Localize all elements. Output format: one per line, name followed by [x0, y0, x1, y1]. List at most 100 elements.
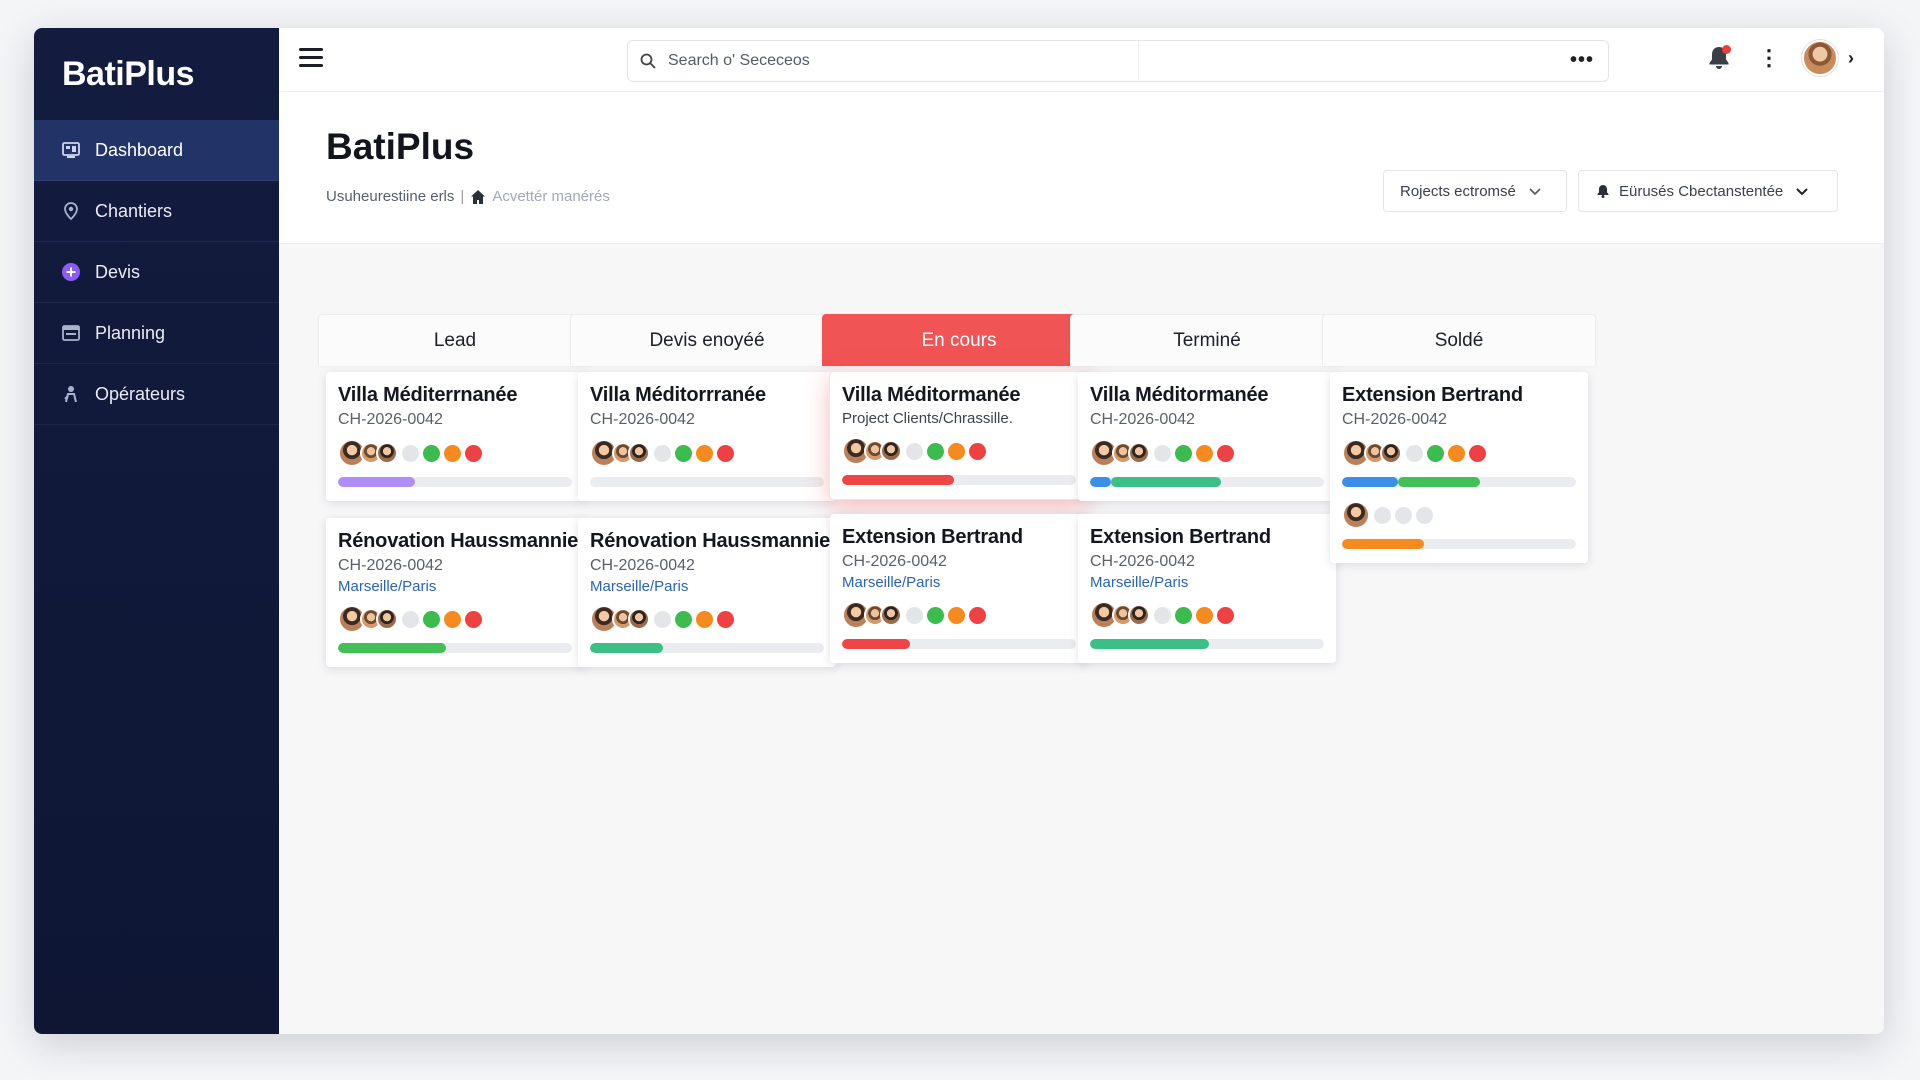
assignee-avatar[interactable] [880, 440, 902, 462]
progress-bar [1090, 639, 1324, 649]
project-card[interactable]: Extension Bertrand CH-2026-0042 [1330, 372, 1588, 563]
card-location: Project Clients/Chrassille. [842, 410, 1013, 427]
assignee-avatar[interactable] [1128, 442, 1150, 464]
assignee-avatar[interactable] [628, 608, 650, 630]
progress-fill [590, 643, 663, 653]
assignee-avatar[interactable] [1342, 501, 1370, 529]
project-card[interactable]: Villa Méditormanée Project Clients/Chrass… [830, 372, 1088, 499]
card-location: Marseille/Paris [1090, 574, 1189, 591]
assignee-avatar[interactable] [880, 604, 902, 626]
sidebar-item-operateurs[interactable]: Opérateurs [34, 364, 279, 425]
column-header[interactable]: En cours [822, 314, 1096, 366]
search-bar: ••• [627, 40, 1609, 82]
card-title: Extension Bertrand [1090, 526, 1271, 548]
plus-circle-icon [61, 262, 81, 282]
progress-bar [338, 643, 572, 653]
project-card[interactable]: Villa Méditorrranée CH-2026-0042 [578, 372, 836, 501]
progress-bar [590, 477, 824, 487]
user-avatar[interactable] [1802, 40, 1838, 76]
progress-fill [842, 639, 910, 649]
project-card[interactable]: Rénovation Haussmannien CH-2026-0042 Marse… [578, 518, 842, 667]
brand-logo[interactable]: BatiPlus [34, 28, 279, 120]
assignee-avatar[interactable] [628, 442, 650, 464]
assignee-avatar[interactable] [376, 442, 398, 464]
kanban-board: Lead Villa Méditerrnanée CH-2026-0042 Rénov… [279, 244, 1884, 1034]
top-bar: ••• ⋮ › [279, 28, 1884, 92]
sidebar: BatiPlus Dashboard Chantiers Devis Plann… [34, 28, 279, 1034]
sidebar-item-planning[interactable]: Planning [34, 303, 279, 364]
main-area: ••• ⋮ › BatiPlus Usuheurestiine erls | [279, 28, 1884, 1034]
project-card[interactable]: Villa Méditerrnanée CH-2026-0042 [326, 372, 584, 501]
sidebar-item-dashboard[interactable]: Dashboard [34, 120, 279, 181]
hamburger-menu-icon[interactable] [299, 48, 323, 70]
chevron-down-icon [1795, 184, 1809, 198]
progress-fill [1111, 477, 1222, 487]
app-window: BatiPlus Dashboard Chantiers Devis Plann… [34, 28, 1884, 1034]
breadcrumb-separator: | [460, 188, 465, 205]
search-more-button[interactable]: ••• [1570, 50, 1594, 70]
breadcrumb-item[interactable]: Usuheurestiine erls [326, 188, 454, 205]
kebab-menu-icon[interactable]: ⋮ [1754, 47, 1784, 69]
project-card[interactable]: Extension Bertrand CH-2026-0042 Marseille/… [1078, 514, 1336, 663]
status-dot [927, 606, 944, 624]
status-dot [1416, 506, 1433, 524]
assignee-avatar[interactable] [1380, 442, 1402, 464]
card-location: Marseille/Paris [590, 578, 689, 595]
status-dot [948, 606, 965, 624]
status-dot [1217, 606, 1234, 624]
notification-bell-icon[interactable] [1702, 41, 1736, 75]
progress-bar [842, 475, 1076, 485]
page-title: BatiPlus [326, 126, 475, 167]
column-header[interactable]: Devis enoyéé [570, 314, 844, 366]
assignee-row [590, 439, 824, 467]
search-divider [1138, 41, 1139, 81]
card-title: Rénovation Haussmannien [338, 530, 591, 552]
assignee-avatar[interactable] [1128, 604, 1150, 626]
status-dot [654, 610, 671, 628]
dashboard-icon [61, 140, 81, 160]
project-card[interactable]: Villa Méditormanée CH-2026-0042 [1078, 372, 1336, 501]
card-title: Villa Méditormanée [842, 384, 1021, 406]
status-dot [1448, 444, 1465, 462]
dropdown-label: Rojects ectromsé [1400, 182, 1516, 200]
home-icon[interactable] [470, 189, 486, 205]
progress-bar [590, 643, 824, 653]
status-dot [906, 442, 923, 460]
status-filter-dropdown[interactable]: Eürusés Cbectanstentée [1578, 170, 1838, 212]
status-dot [1175, 606, 1192, 624]
assignee-row [1342, 439, 1576, 467]
search-icon [628, 53, 668, 69]
card-code: CH-2026-0042 [1090, 553, 1195, 570]
top-right-actions: ⋮ › [1702, 40, 1854, 76]
kanban-column: Devis enoyéé Villa Méditorrranée CH-2026-0… [570, 314, 844, 667]
card-title: Villa Méditerrnanée [338, 384, 518, 406]
status-dot [969, 442, 986, 460]
column-header[interactable]: Lead [318, 314, 592, 366]
column-header[interactable]: Terminé [1070, 314, 1344, 366]
project-card[interactable]: Rénovation Haussmannien CH-2026-0042 Marse… [326, 518, 591, 667]
progress-bar [338, 477, 572, 487]
sidebar-item-chantiers[interactable]: Chantiers [34, 181, 279, 242]
card-code: CH-2026-0042 [1090, 411, 1195, 428]
progress-bar [1342, 477, 1576, 487]
sidebar-item-devis[interactable]: Devis [34, 242, 279, 303]
status-dot [1406, 444, 1423, 462]
project-card[interactable]: Extension Bertrand CH-2026-0042 Marseille/… [830, 514, 1088, 663]
progress-fill [1090, 639, 1210, 649]
status-dot [1374, 506, 1391, 524]
status-dot [423, 610, 440, 628]
sidebar-item-label: Planning [95, 322, 166, 343]
search-input[interactable] [668, 52, 1128, 70]
notification-badge [1722, 45, 1731, 54]
status-dot [444, 444, 461, 462]
assignee-row [1090, 601, 1324, 629]
projects-filter-dropdown[interactable]: Rojects ectromsé [1383, 170, 1567, 212]
assignee-avatar[interactable] [376, 608, 398, 630]
progress-bar [842, 639, 1076, 649]
status-dot [696, 444, 713, 462]
kanban-column: En cours Villa Méditormanée Project Client… [822, 314, 1096, 663]
assignee-row [842, 601, 1076, 629]
column-header[interactable]: Soldé [1322, 314, 1596, 366]
progress-fill [338, 643, 446, 653]
chevron-right-icon[interactable]: › [1848, 48, 1854, 69]
